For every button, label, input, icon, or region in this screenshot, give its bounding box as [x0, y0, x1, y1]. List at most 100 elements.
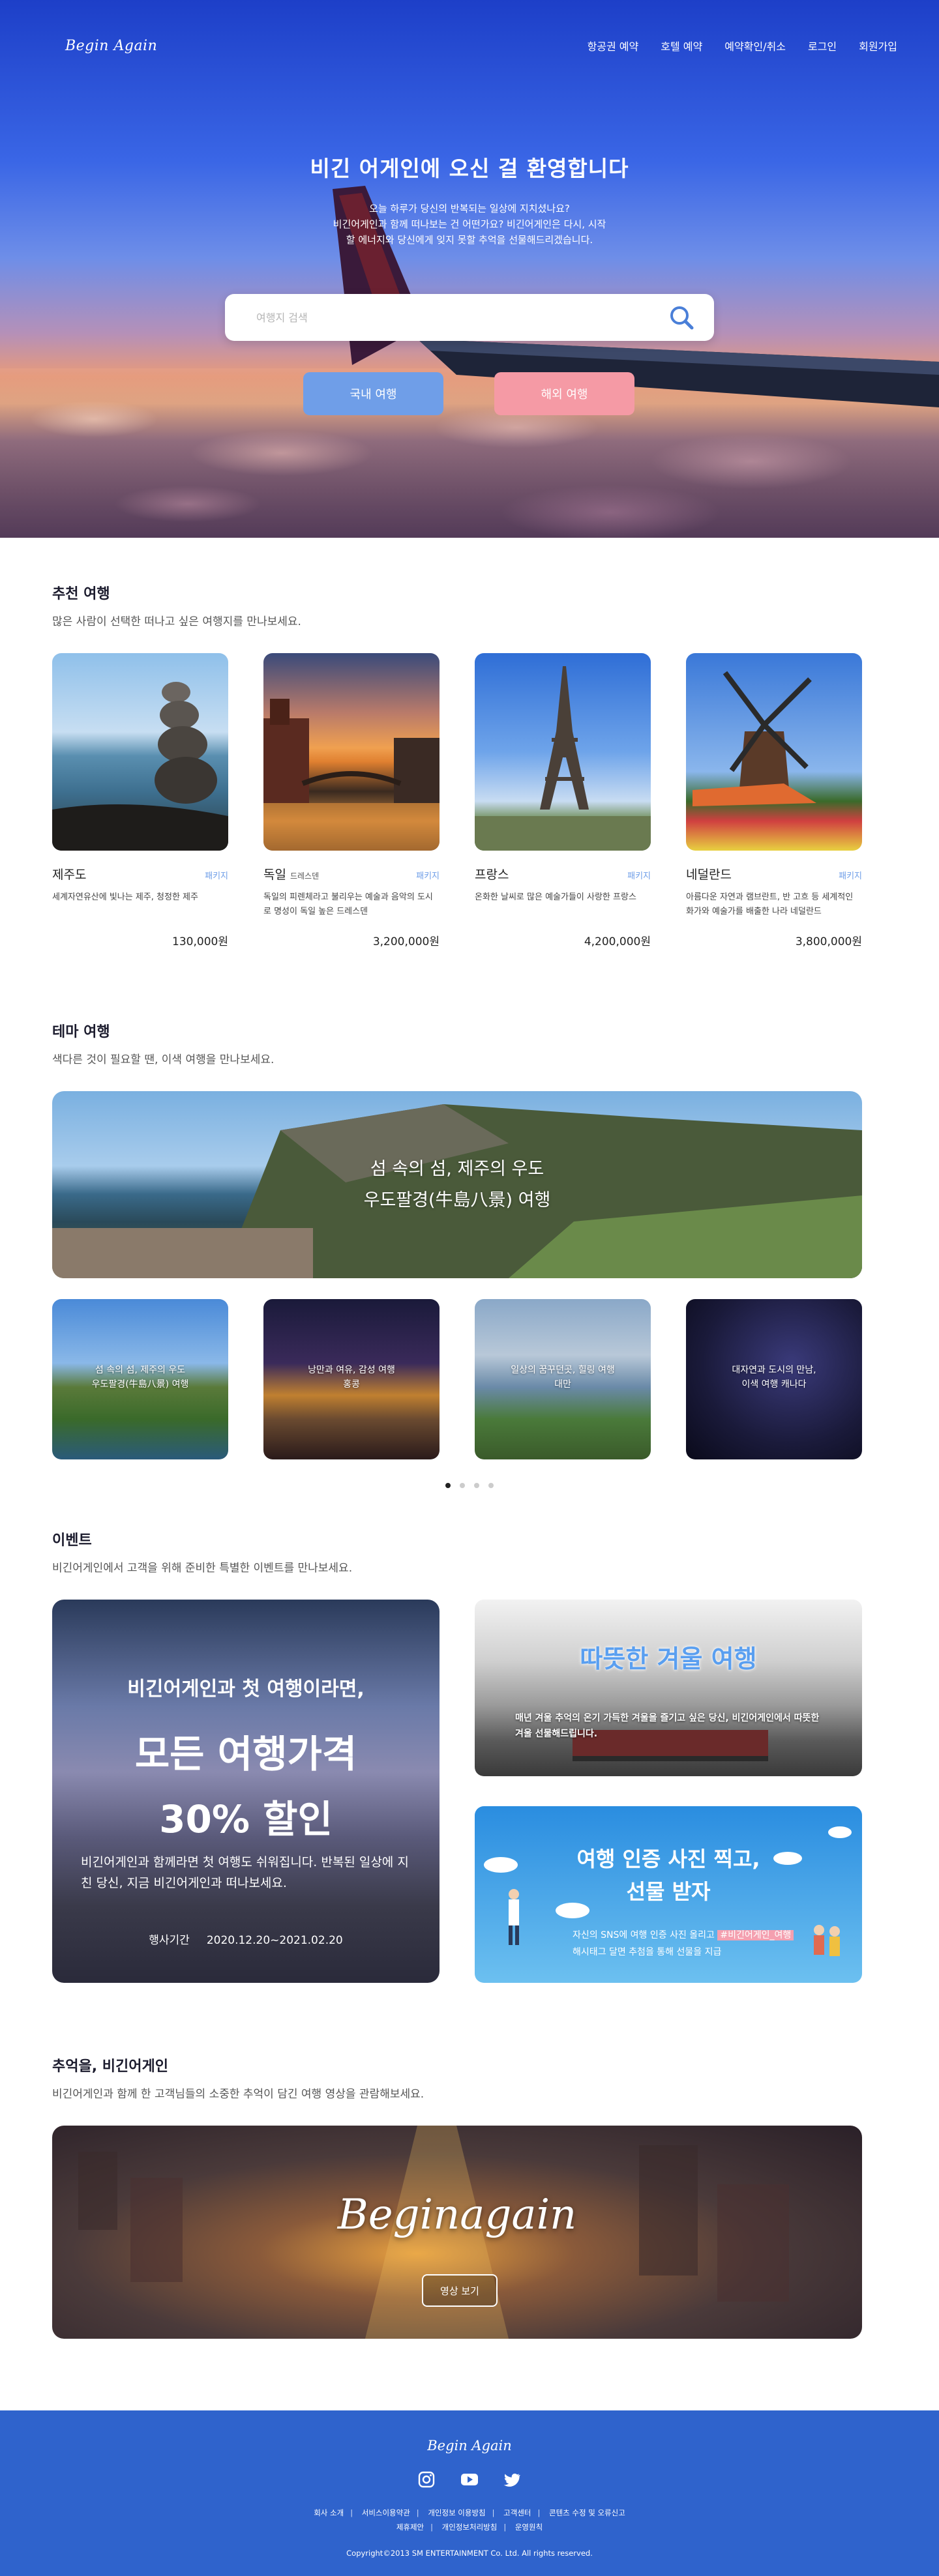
hero-buttons: 국내 여행 해외 여행 [303, 372, 634, 415]
section-title: 추천 여행 [52, 586, 110, 602]
card-description: 독일의 피렌체라고 불리우는 예술과 음악의 도시로 명성이 독일 높은 드레스… [263, 892, 433, 916]
section-subtitle: 비긴어게인에서 고객을 위해 준비한 특별한 이벤트를 만나보세요. [52, 1562, 353, 1575]
footer-link-terms[interactable]: 서비스이용약관 [362, 2508, 410, 2517]
event-discount-banner[interactable]: 비긴어게인과 첫 여행이라면, 모든 여행가격 30% 할인 비긴어게인과 함께… [52, 1600, 440, 1983]
destination-card-france[interactable]: 프랑스 패키지 온화한 날씨로 많은 예술가들이 사랑한 프랑스 4,200,0… [475, 653, 651, 948]
footer-link-company[interactable]: 회사 소개 [314, 2508, 344, 2517]
theme-card-text: 일상의 꿈꾸던곳, 힐링 여행 대만 [511, 1365, 615, 1390]
card-price: 3,200,000원 [372, 935, 440, 948]
card-name: 네덜란드 [686, 868, 732, 882]
event-grid: 비긴어게인과 첫 여행이라면, 모든 여행가격 30% 할인 비긴어게인과 함께… [52, 1600, 887, 1983]
card-description: 세계자연유산에 빛나는 제주, 청정한 제주 [52, 892, 198, 902]
destination-card-jeju[interactable]: 제주도 패키지 세계자연유산에 빛나는 제주, 청정한 제주 130,000원 [52, 653, 228, 948]
event-description: 비긴어게인과 함께라면 첫 여행도 쉬워집니다. 반복된 일상에 지친 당신, … [81, 1855, 409, 1890]
destination-card-netherlands[interactable]: 네덜란드 패키지 아름다운 자연과 램브란트, 반 고흐 등 세계적인 화가와 … [686, 653, 862, 948]
card-description: 아름다운 자연과 램브란트, 반 고흐 등 세계적인 화가와 예술가를 배출한 … [686, 892, 854, 916]
nav-item-flight[interactable]: 항공권 예약 [588, 38, 639, 53]
video-banner[interactable]: Beginagain 영상 보기 [52, 2126, 862, 2339]
winter-event-description: 매년 겨울 추억의 온기 가득한 겨울을 즐기고 싶은 당신, 비긴어게인에서 … [515, 1713, 820, 1739]
theme-section: 테마 여행 색다른 것이 필요할 땐, 이색 여행을 만나보세요. 섬 속의 섬… [0, 948, 939, 1488]
recommend-grid: 제주도 패키지 세계자연유산에 빛나는 제주, 청정한 제주 130,000원 … [52, 653, 887, 948]
theme-featured-banner[interactable]: 섬 속의 섬, 제주의 우도 우도팔경(牛島八景) 여행 [52, 1091, 862, 1278]
card-name: 제주도 [52, 868, 87, 882]
theme-card-canada[interactable]: 대자연과 도시의 만남, 이색 여행 캐나다 [686, 1299, 862, 1459]
footer-links: 회사 소개 | 서비스이용약관 | 개인정보 이용방침 | 고객센터 | 콘텐츠 수정 … [314, 2508, 625, 2532]
pagination-dot[interactable] [488, 1483, 494, 1488]
package-tag: 패키지 [627, 871, 651, 881]
card-name: 독일 드레스덴 [263, 868, 320, 882]
dresden-photo[interactable] [263, 653, 440, 851]
hero-subtitle: 오늘 하루가 당신의 반복되는 일상에 지치셨나요? 비긴어게인과 함께 떠나보… [333, 203, 606, 246]
package-tag: 패키지 [205, 871, 228, 881]
hashtag-badge: #비긴어게인_여행 [717, 1930, 794, 1940]
youtube-icon[interactable] [460, 2470, 479, 2489]
card-header: 네덜란드 패키지 [686, 865, 862, 883]
jeju-photo[interactable] [52, 653, 228, 851]
theme-card-text: 섬 속의 섬, 제주의 우도 우도팔경(牛島八景) 여행 [91, 1365, 189, 1390]
top-nav: Begin Again 항공권 예약 호텔 예약 예약확인/취소 로그인 회원가… [0, 0, 939, 91]
nav-item-signup[interactable]: 회원가입 [859, 38, 897, 53]
abroad-travel-button[interactable]: 해외 여행 [494, 372, 634, 415]
nav-item-login[interactable]: 로그인 [808, 38, 837, 53]
copyright: Copyright©2013 SM ENTERTAINMENT Co. Ltd.… [346, 2549, 593, 2558]
domestic-travel-button[interactable]: 국내 여행 [303, 372, 443, 415]
search-input[interactable] [256, 311, 667, 324]
winter-event-title: 따뜻한 겨울 여행 [580, 1645, 757, 1673]
search-icon[interactable] [667, 303, 696, 332]
brand-logo[interactable]: Begin Again [65, 38, 157, 54]
theme-card-taiwan[interactable]: 일상의 꿈꾸던곳, 힐링 여행 대만 [475, 1299, 651, 1459]
event-period: 행사기간 2020.12.20~2021.02.20 [149, 1934, 343, 1947]
carousel-pagination [52, 1483, 887, 1488]
event-winter-banner[interactable]: 따뜻한 겨울 여행 매년 겨울 추억의 온기 가득한 겨울을 즐기고 싶은 당신… [475, 1600, 862, 1776]
footer-link-support[interactable]: 고객센터 [503, 2508, 531, 2517]
video-logo: Beginagain [337, 2191, 577, 2239]
theme-card-hongkong[interactable]: 낭만과 여유, 감성 여행 홍콩 [263, 1299, 440, 1459]
pagination-dot[interactable] [474, 1483, 479, 1488]
photo-event-title: 여행 인증 사진 찍고, 선물 받자 [576, 1847, 760, 1904]
social-links [0, 2470, 939, 2489]
event-section: 이벤트 비긴어게인에서 고객을 위해 준비한 특별한 이벤트를 만나보세요. 비… [0, 1488, 939, 1983]
footer-link-principles[interactable]: 운영원칙 [515, 2523, 543, 2532]
event-side-column: 따뜻한 겨울 여행 매년 겨울 추억의 온기 가득한 겨울을 즐기고 싶은 당신… [475, 1600, 862, 1983]
theme-card-row: 섬 속의 섬, 제주의 우도 우도팔경(牛島八景) 여행 낭만과 여유, 감성 … [52, 1299, 887, 1459]
nav-menu: 항공권 예약 호텔 예약 예약확인/취소 로그인 회원가입 [588, 38, 897, 53]
section-subtitle: 많은 사람이 선택한 떠나고 싶은 여행지를 만나보세요. [52, 615, 301, 628]
theme-card-udo[interactable]: 섬 속의 섬, 제주의 우도 우도팔경(牛島八景) 여행 [52, 1299, 228, 1459]
nav-item-reservation[interactable]: 예약확인/취소 [724, 38, 786, 53]
package-tag: 패키지 [839, 871, 862, 881]
pagination-dot[interactable] [445, 1483, 451, 1488]
destination-card-germany[interactable]: 독일 드레스덴 패키지 독일의 피렌체라고 불리우는 예술과 음악의 도시로 명성… [263, 653, 440, 948]
card-header: 독일 드레스덴 패키지 [263, 865, 440, 883]
pagination-dot[interactable] [460, 1483, 465, 1488]
instagram-icon[interactable] [417, 2470, 436, 2489]
memory-section: 추억을, 비긴어게인 비긴어게인과 함께 한 고객님들의 소중한 추억이 담긴 … [0, 1983, 939, 2410]
section-title: 이벤트 [52, 1532, 92, 1549]
hero-title: 비긴 어게인에 오신 걸 환영합니다 [310, 156, 629, 181]
nav-item-hotel[interactable]: 호텔 예약 [661, 38, 702, 53]
footer-logo[interactable]: Begin Again [0, 2438, 939, 2453]
search-bar [225, 294, 714, 341]
twitter-icon[interactable] [503, 2470, 522, 2489]
section-title: 테마 여행 [52, 1024, 110, 1040]
footer-link-privacy-policy[interactable]: 개인정보처리방침 [442, 2523, 498, 2532]
package-tag: 패키지 [416, 871, 440, 881]
watch-video-button[interactable]: 영상 보기 [422, 2274, 498, 2307]
eiffel-tower-photo[interactable] [475, 653, 651, 851]
footer-link-partnership[interactable]: 제휴제안 [396, 2523, 424, 2532]
section-subtitle: 비긴어게인과 함께 한 고객님들의 소중한 추억이 담긴 여행 영상을 관람해보… [52, 2088, 425, 2101]
event-photo-banner[interactable]: 여행 인증 사진 찍고, 선물 받자 자신의 SNS에 여행 인증 사진 올리고… [475, 1806, 862, 1983]
hero-banner: Begin Again 항공권 예약 호텔 예약 예약확인/취소 로그인 회원가… [0, 0, 939, 538]
footer: Begin Again 회사 소개 | 서비스이용약관 | 개인정보 이용방침 | 고… [0, 2410, 939, 2576]
event-discount: 30% 할인 [159, 1797, 333, 1841]
footer-link-privacy-use[interactable]: 개인정보 이용방침 [428, 2508, 485, 2517]
card-header: 제주도 패키지 [52, 865, 228, 883]
windmill-photo[interactable] [686, 653, 862, 851]
card-price: 3,800,000원 [795, 935, 862, 948]
event-title: 모든 여행가격 [134, 1732, 357, 1776]
card-name: 프랑스 [475, 868, 509, 882]
card-description: 온화한 날씨로 많은 예술가들이 사랑한 프랑스 [475, 892, 636, 902]
hero-content: 비긴 어게인에 오신 걸 환영합니다 오늘 하루가 당신의 반복되는 일상에 지… [0, 151, 939, 248]
recommend-section: 추천 여행 많은 사람이 선택한 떠나고 싶은 여행지를 만나보세요. 제주도 … [0, 538, 939, 948]
footer-link-report[interactable]: 콘텐츠 수정 및 오류신고 [549, 2508, 625, 2517]
theme-card-text: 대자연과 도시의 만남, 이색 여행 캐나다 [732, 1365, 816, 1390]
